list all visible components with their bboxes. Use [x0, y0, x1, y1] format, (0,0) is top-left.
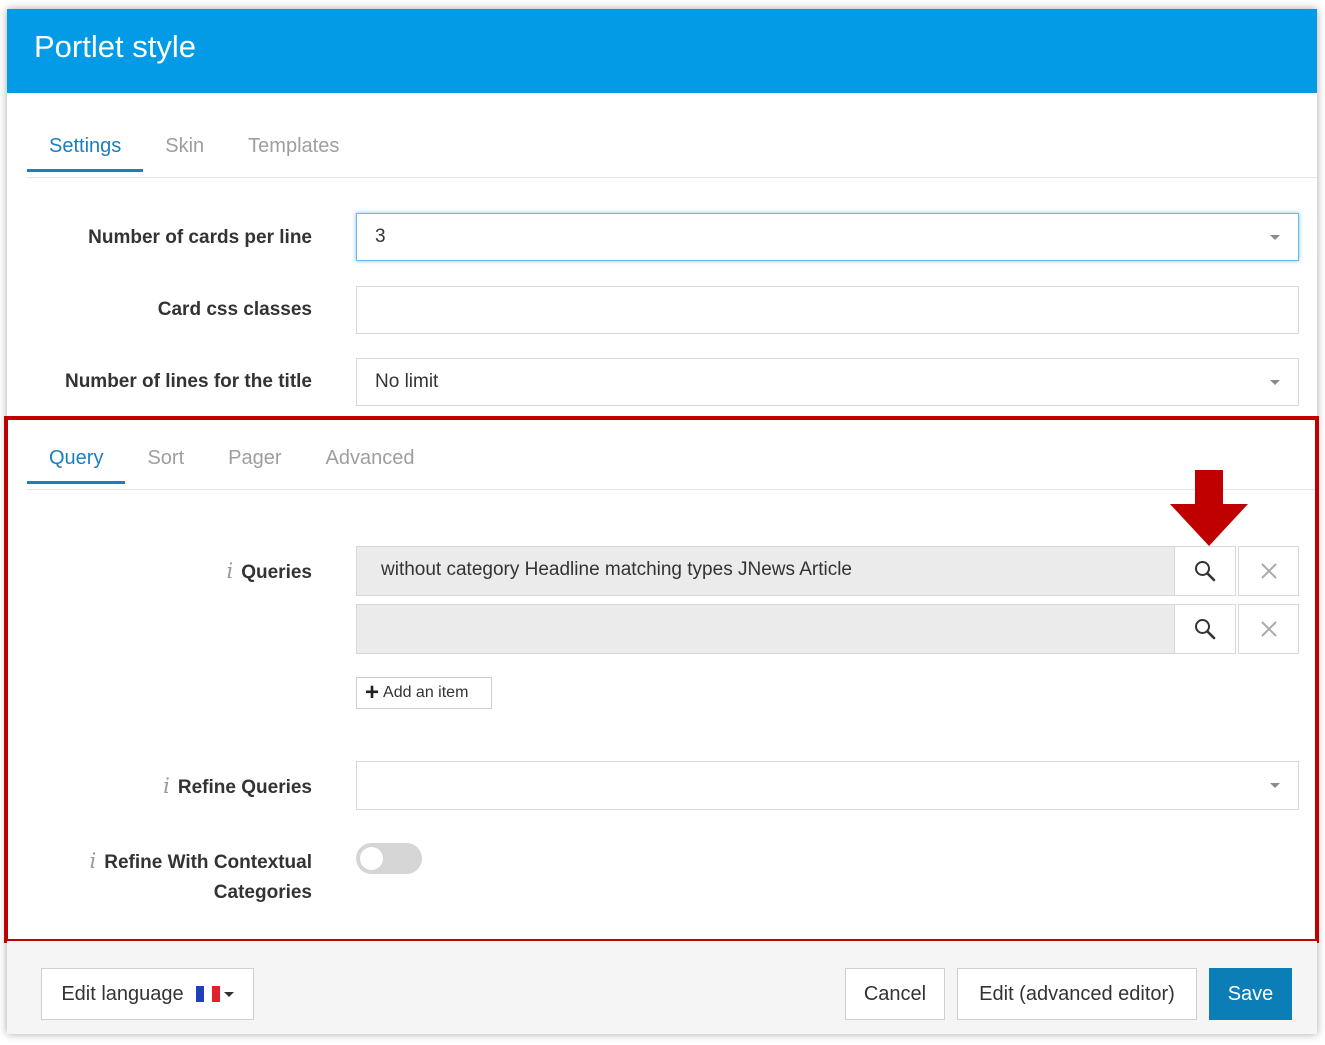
french-flag-icon: [195, 986, 220, 1002]
tab-templates[interactable]: Templates: [226, 122, 361, 170]
tab-skin[interactable]: Skin: [143, 122, 226, 170]
main-tabs-divider: [27, 177, 1317, 178]
dialog-header: Portlet style: [7, 9, 1317, 93]
cards-per-line-select[interactable]: 3: [356, 213, 1299, 261]
chevron-down-icon: [1270, 235, 1280, 240]
arrow-down-icon: [1170, 470, 1248, 546]
tab-settings[interactable]: Settings: [27, 122, 144, 172]
edit-language-button[interactable]: Edit language: [41, 968, 254, 1020]
chevron-down-icon: [223, 991, 234, 997]
card-css-label: Card css classes: [157, 299, 312, 320]
card-css-input[interactable]: [356, 286, 1299, 334]
title-lines-value: No limit: [375, 371, 439, 392]
main-tabs: Settings Skin Templates: [27, 122, 361, 172]
cards-per-line-value: 3: [375, 226, 386, 247]
edit-language-label: Edit language: [61, 982, 184, 1005]
dialog-title: Portlet style: [34, 29, 196, 64]
save-button[interactable]: Save: [1209, 968, 1292, 1020]
chevron-down-icon: [1270, 380, 1280, 385]
cards-per-line-label: Number of cards per line: [88, 227, 312, 248]
highlight-frame: [4, 416, 1319, 943]
title-lines-select[interactable]: No limit: [356, 358, 1299, 406]
title-lines-label: Number of lines for the title: [64, 371, 312, 392]
advanced-editor-button[interactable]: Edit (advanced editor): [957, 968, 1197, 1020]
cancel-button[interactable]: Cancel: [845, 968, 945, 1020]
